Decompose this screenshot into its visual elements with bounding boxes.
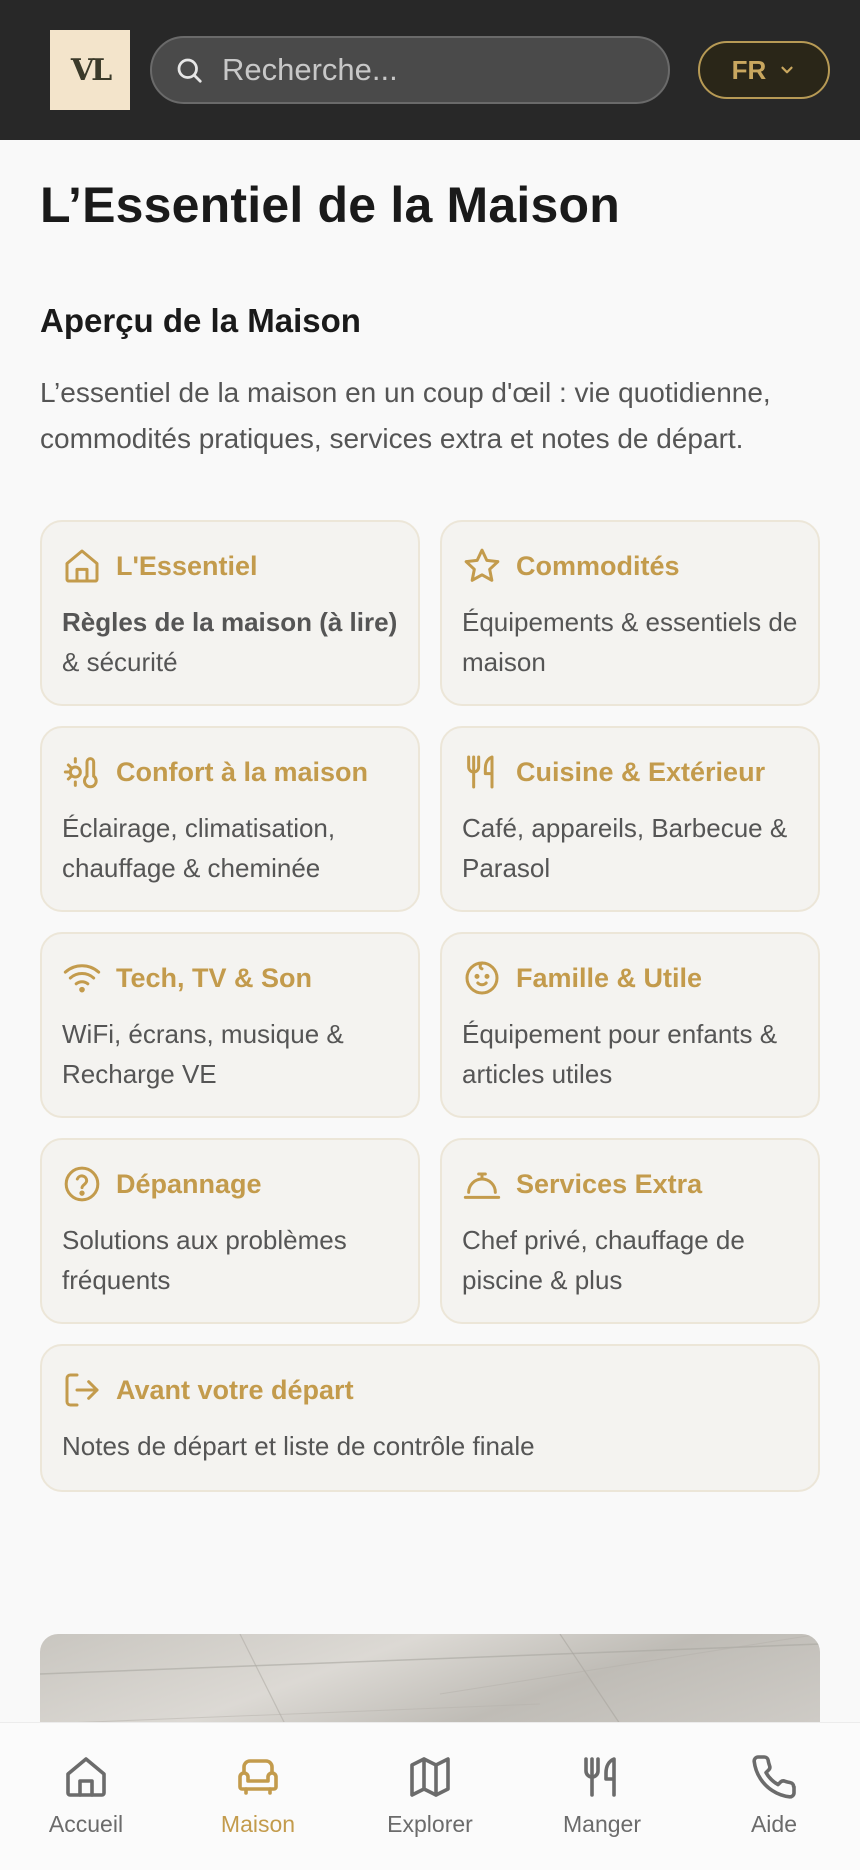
card-title: Commodités [516, 550, 680, 581]
card-title: Cuisine & Extérieur [516, 756, 766, 787]
search-input[interactable] [222, 52, 642, 88]
nav-aide[interactable]: Aide [688, 1723, 860, 1870]
utensils-icon [467, 755, 494, 789]
sofa-icon [238, 1759, 278, 1795]
chevron-down-icon [781, 66, 793, 74]
phone-icon [752, 1755, 796, 1799]
section-title: Aperçu de la Maison [40, 302, 361, 339]
card-famille[interactable]: Famille & Utile Équipement pour enfants … [440, 932, 820, 1118]
house-icon [65, 549, 99, 583]
nav-label: Maison [220, 1811, 296, 1837]
card-description-bold: Règles de la maison (à lire) [62, 607, 398, 637]
card-title: L'Essentiel [116, 550, 258, 581]
logo-text: VL [70, 52, 112, 88]
card-depart[interactable]: Avant votre départ Notes de départ et li… [40, 1344, 820, 1492]
card-depannage[interactable]: Dépannage Solutions aux problèmes fréque… [40, 1138, 420, 1324]
card-title: Famille & Utile [516, 962, 703, 993]
card-title: Confort à la maison [116, 756, 369, 787]
map-icon [410, 1757, 450, 1797]
top-header: VL FR [0, 0, 860, 140]
log-out-icon [65, 1373, 99, 1407]
search-icon [177, 58, 202, 83]
card-description: WiFi, écrans, musique & Recharge VE [62, 1019, 344, 1089]
card-description: Café, appareils, Barbecue & Parasol [462, 813, 788, 883]
nav-manger[interactable]: Manger [516, 1723, 688, 1870]
card-description: Éclairage, climatisation, chauffage & ch… [62, 813, 336, 883]
card-description: Notes de départ et liste de contrôle fin… [62, 1431, 535, 1461]
concierge-bell-icon [463, 1172, 501, 1199]
logo[interactable]: VL [50, 30, 130, 110]
category-grid: L'Essentiel Règles de la maison (à lire)… [40, 520, 820, 1492]
nav-label: Manger [563, 1811, 641, 1837]
card-services[interactable]: Services Extra Chef privé, chauffage de … [440, 1138, 820, 1324]
star-icon [464, 548, 500, 582]
nav-label: Explorer [387, 1811, 473, 1837]
card-title: Tech, TV & Son [116, 962, 313, 993]
nav-explorer[interactable]: Explorer [344, 1723, 516, 1870]
card-tech[interactable]: Tech, TV & Son WiFi, écrans, musique & R… [40, 932, 420, 1118]
card-description: Solutions aux problèmes fréquents [62, 1225, 347, 1295]
language-selector[interactable]: FR [698, 41, 830, 99]
wifi-icon [63, 964, 101, 993]
main-content: L’Essentiel de la Maison Aperçu de la Ma… [40, 140, 820, 1492]
card-confort[interactable]: Confort à la maison Éclairage, climatisa… [40, 726, 420, 912]
card-essentiel[interactable]: L'Essentiel Règles de la maison (à lire)… [40, 520, 420, 706]
card-cuisine[interactable]: Cuisine & Extérieur Café, appareils, Bar… [440, 726, 820, 912]
card-description: Équipements & essentiels de maison [462, 607, 798, 677]
nav-maison[interactable]: Maison [172, 1723, 344, 1870]
utensils-icon [584, 1757, 616, 1797]
sun-thermometer-icon [63, 757, 98, 789]
help-circle-icon [64, 1166, 100, 1202]
card-commodites[interactable]: Commodités Équipements & essentiels de m… [440, 520, 820, 706]
nav-accueil[interactable]: Accueil [0, 1723, 172, 1870]
card-description-rest: & sécurité [62, 647, 178, 677]
card-title: Services Extra [516, 1168, 703, 1199]
nav-label: Accueil [48, 1811, 124, 1837]
bottom-nav: Accueil Maison Explorer Manger Aide [0, 1722, 860, 1870]
language-label: FR [731, 54, 767, 85]
nav-label: Aide [750, 1811, 798, 1837]
page-title: L’Essentiel de la Maison [40, 177, 620, 233]
search-bar[interactable] [150, 36, 670, 104]
card-title: Dépannage [116, 1168, 262, 1199]
section-description: L’essentiel de la maison en un coup d'œi… [40, 377, 771, 454]
baby-icon [465, 961, 499, 995]
card-title: Avant votre départ [116, 1374, 354, 1405]
home-icon [66, 1757, 106, 1797]
card-description: Équipement pour enfants & articles utile… [462, 1019, 778, 1089]
card-description: Règles de la maison (à lire) & sécurité [62, 602, 398, 682]
card-description: Chef privé, chauffage de piscine & plus [462, 1225, 745, 1295]
